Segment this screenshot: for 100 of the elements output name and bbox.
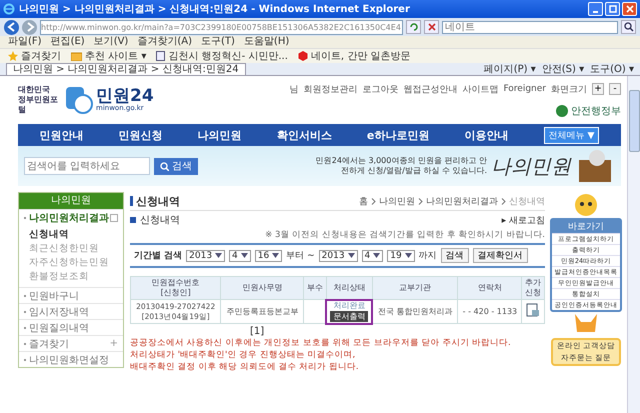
breadcrumb-link[interactable]: 나의민원처리결과 [426,194,498,208]
chevron-icon [501,198,506,204]
sidebar-item[interactable]: 나의민원화면설정 [19,351,123,367]
filter-label: 기간별 검색 [134,250,182,262]
date-select[interactable]: 16 [254,250,282,262]
square-bullet-icon [130,217,136,223]
menu-item[interactable]: 파일(F) [8,36,42,48]
range-text: 까지 [418,250,437,262]
vertical-scrollbar[interactable] [627,76,640,413]
window-title: 나의민원 > 나의민원처리결과 > 신청내역:민원24 - Windows Internet Explorer [19,3,411,16]
top-link[interactable]: 회원정보관리 [303,82,358,96]
table-cell: 전국 통합민원처리과 [372,300,458,324]
nav-item[interactable]: 확인서비스 [276,128,332,142]
site-search-button[interactable]: 검색 [154,158,198,174]
print-button[interactable]: 문서출력 [330,311,368,322]
nav-item[interactable]: 민원신청 [118,128,163,142]
date-select[interactable]: 2013 [318,250,358,262]
top-link[interactable]: 화면크기 [551,82,587,96]
column-header: 민원접수번호 [신청인] [130,276,221,300]
favorites-link[interactable]: 김천시 행정혁신- 시민만... [156,49,288,63]
command-button[interactable]: 안전(S) ▾ [542,62,584,76]
stop-button[interactable] [424,20,439,34]
nav-item[interactable]: 나의민원 [198,128,242,142]
notice-text: ※ 3월 이전의 신청내용은 검색기간를 입력한 후 확인하시기 바랍니다. [264,229,545,241]
back-button[interactable] [4,20,19,34]
address-field[interactable]: http://www.minwon.go.kr/main?a=703C2399180E00758BE151306A5382E2C161350C4E4 [40,20,403,34]
pagination-link[interactable]: [1] [130,326,545,337]
sidebar-item[interactable]: 즐겨찾기 + [19,335,123,351]
breadcrumb-link[interactable]: 홈 [359,194,368,208]
minimize-button[interactable] [588,2,603,16]
top-link[interactable]: 로그아웃 [362,82,398,96]
column-header: 처리상태 [326,276,372,300]
banner-text: 민원24에서는 3,000여종의 민원을 편리하고 안전하게 신청/열람/발급 하실 수 있습니다. [314,156,487,176]
search-field[interactable]: 네이트 [442,20,618,34]
refresh-link[interactable]: ▸ 새로고침 [502,214,545,226]
sidebar-item[interactable]: 민원바구니 [19,287,123,303]
favorites-link[interactable]: 즐겨찾기 [8,49,61,63]
command-button[interactable]: 페이지(P) ▾ [484,62,536,76]
breadcrumb-link[interactable]: 나의민원 [379,194,415,208]
refresh-icon [408,22,418,32]
column-header: 민원사무명 [220,276,304,300]
column-header: 연락처 [458,276,522,300]
top-link[interactable]: Foreigner [503,84,546,94]
stop-icon [426,22,436,32]
browser-tab[interactable]: 나의민원 > 나의민원처리결과 > 신청내역:민원24 [6,63,246,75]
filter-button[interactable]: 결제확인서 [472,248,528,263]
zoom-button[interactable]: + [592,83,604,95]
sidebar-item[interactable]: 민원질의내역 [19,319,123,335]
menu-item[interactable]: 편집(E) [50,36,85,48]
refresh-button[interactable] [406,20,421,34]
all-menu-button[interactable]: 전체메뉴 ▼ [544,126,600,144]
zoom-button[interactable]: - [609,83,621,95]
menu-item[interactable]: 보기(V) [94,36,128,48]
maximize-button[interactable] [605,2,620,16]
banner-title: 나의민원 [491,152,571,180]
sidebar-item[interactable]: 나의민원처리결과 [19,209,123,225]
favorites-link[interactable]: 네이트, 간만 일촌방문 [298,49,410,63]
search-icon [160,162,169,170]
sidebar-subitem[interactable]: 신청내역 [29,228,123,242]
dropdown-icon [272,252,280,259]
close-icon [626,5,634,13]
command-button[interactable]: 도구(O) ▾ [590,62,634,76]
nav-item[interactable]: 민원안내 [40,128,84,142]
range-text: 부터 ~ [286,250,315,262]
date-select[interactable]: 19 [387,250,415,262]
ministry-logo[interactable]: 안전행정부 [555,104,621,118]
dropdown-icon [373,252,380,259]
date-select[interactable]: 4 [229,250,251,262]
portal-label: 대한민국 정부민원포털 [18,85,58,115]
date-select[interactable]: 2013 [186,250,226,262]
page-icon [156,51,166,61]
site-search-field[interactable]: 검색어를 입력하세요 [24,157,150,175]
document-icon[interactable] [526,303,540,317]
maximize-icon [608,5,616,13]
user-name: 님 [289,84,298,96]
top-link[interactable]: 웹접근성안내 [403,82,458,96]
menu-item[interactable]: 도움말(H) [244,36,290,48]
logo-icon [64,85,94,115]
chevron-icon [418,198,423,204]
star-icon [8,51,18,61]
menu-item[interactable]: 즐겨찾기(A) [137,36,192,48]
date-select[interactable]: 4 [362,250,384,262]
emblem-icon [555,104,569,118]
sidebar-item[interactable]: 임시저장내역 [19,303,123,319]
favorites-link[interactable]: 추천 사이트 ▾ [71,49,146,63]
forward-button[interactable] [22,20,37,34]
top-link[interactable]: 사이트맵 [462,82,498,96]
search-button[interactable] [621,20,636,34]
dropdown-icon [240,252,248,259]
section-heading: 신청내역 [140,214,180,227]
close-button[interactable] [622,2,637,16]
column-header: 추가 신청 [522,276,544,300]
menu-item[interactable]: 도구(T) [201,36,235,48]
nav-item[interactable]: 이용안내 [464,128,508,142]
nav-item[interactable]: e하나로민원 [366,128,430,142]
filter-button[interactable]: 검색 [440,248,469,263]
dropdown-icon [215,252,222,259]
column-header: 부수 [304,276,326,300]
warning-note: 배대주확인 결정 이후 해당 의뢰도에 결수 처리가 됩니다. [130,361,360,373]
table-cell: 주민등록표등본교부 [220,300,304,324]
